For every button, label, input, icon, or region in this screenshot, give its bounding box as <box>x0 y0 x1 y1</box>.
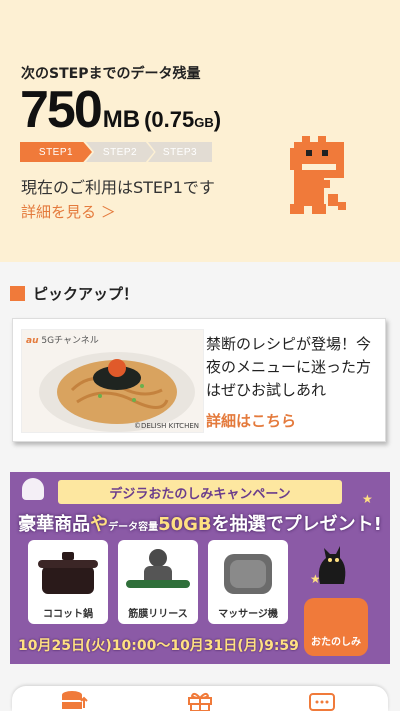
prize-item: マッサージ機 <box>208 540 288 624</box>
step-progress: STEP1 STEP2 STEP3 <box>20 142 212 162</box>
bottom-navigation <box>12 686 388 711</box>
remaining-data-amount: 750 MB (0.75GB) <box>20 80 221 140</box>
data-status-panel: 次のSTEPまでのデータ残量 750 MB (0.75GB) STEP1 STE… <box>0 0 400 262</box>
amount-value: 750 <box>20 81 103 139</box>
campaign-dates: 10月25日(火)10:00〜10月31日(月)9:59 <box>18 638 299 654</box>
step-1: STEP1 <box>20 142 92 162</box>
mascot-dinosaur-icon <box>290 136 346 214</box>
database-icon[interactable] <box>60 690 88 711</box>
step-2: STEP2 <box>86 142 154 162</box>
pickup-description: 禁断のレシピが登場！今夜のメニューに迷った方はぜひお試しあれ <box>206 335 372 399</box>
recipe-thumbnail: au 5Gチャンネル ©DELISH KITCHEN <box>21 329 204 433</box>
pickup-header: ピックアップ！ <box>10 283 138 304</box>
chat-icon[interactable] <box>308 690 336 711</box>
prize-item: 筋膜リリース <box>118 540 198 624</box>
star-icon: ★ <box>362 492 373 506</box>
black-cat-icon <box>318 546 346 584</box>
pot-icon <box>38 552 98 594</box>
gift-icon[interactable] <box>186 690 214 711</box>
thumb-credit: ©DELISH KITCHEN <box>133 422 199 430</box>
campaign-title: デジラおたのしみキャンペーン <box>58 480 342 504</box>
section-marker <box>10 286 25 301</box>
campaign-badge: おたのしみ <box>304 598 368 656</box>
pickup-details-link[interactable]: 詳細はこちら <box>206 410 296 431</box>
massage-machine-icon <box>224 554 272 594</box>
step-3: STEP3 <box>148 142 212 162</box>
pickup-card[interactable]: au 5Gチャンネル ©DELISH KITCHEN 禁断のレシピが登場！今夜の… <box>12 318 386 442</box>
view-details-link[interactable]: 詳細を見る ＞ <box>21 201 116 222</box>
amount-unit: MB <box>102 106 141 133</box>
pickup-title: ピックアップ！ <box>33 285 139 303</box>
current-step-text: 現在のご利用はSTEP1です <box>21 178 215 197</box>
prize-item: ココット鍋 <box>28 540 108 624</box>
campaign-headline: 豪華商品やデータ容量50GBを抽選でプレゼント! <box>18 514 382 535</box>
massage-roller-icon <box>126 549 190 588</box>
amount-gb: (0.75GB) <box>144 107 222 132</box>
campaign-banner[interactable]: ★ ★ デジラおたのしみキャンペーン 豪華商品やデータ容量50GBを抽選でプレゼ… <box>10 472 390 664</box>
ghost-icon <box>22 478 44 500</box>
thumb-channel-label: au 5Gチャンネル <box>26 336 99 346</box>
